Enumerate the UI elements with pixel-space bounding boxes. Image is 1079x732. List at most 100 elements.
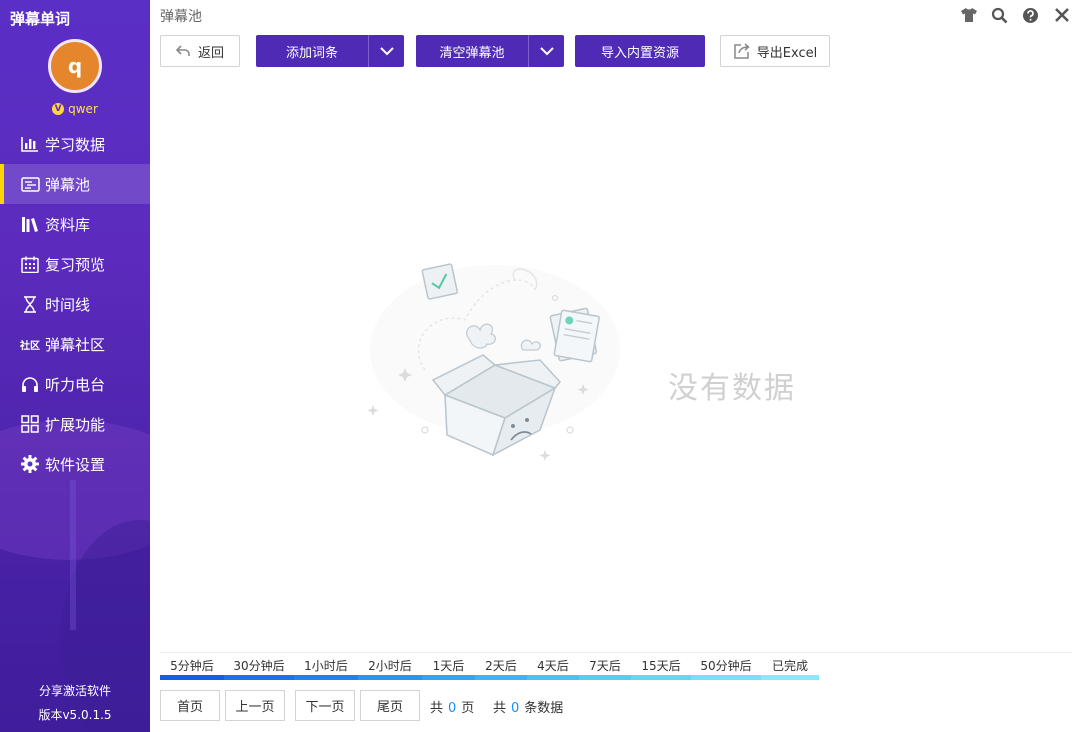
page-count-value: 0 bbox=[448, 701, 457, 716]
chevron-down-icon bbox=[379, 46, 394, 55]
clear-pool-dropdown[interactable] bbox=[528, 35, 564, 67]
legend-item: 4天后 bbox=[527, 658, 579, 680]
chevron-down-icon bbox=[539, 46, 554, 55]
hourglass-icon bbox=[20, 294, 40, 314]
grid-icon bbox=[20, 414, 40, 434]
legend-bar bbox=[294, 675, 358, 680]
legend-bar bbox=[631, 675, 691, 680]
legend-label: 2天后 bbox=[485, 659, 517, 673]
add-entry-label: 添加词条 bbox=[285, 45, 338, 61]
legend-label: 1小时后 bbox=[304, 659, 348, 673]
legend-item: 15天后 bbox=[631, 658, 691, 680]
back-button[interactable]: 返回 bbox=[160, 35, 240, 67]
clear-pool-button[interactable]: 清空弹幕池 bbox=[416, 35, 528, 67]
prev-page-button[interactable]: 上一页 bbox=[225, 690, 285, 721]
legend-bar bbox=[761, 675, 819, 680]
gear-icon bbox=[20, 454, 40, 474]
legend-bar bbox=[358, 675, 422, 680]
legend-item: 7天后 bbox=[579, 658, 631, 680]
legend-label: 2小时后 bbox=[368, 659, 412, 673]
sidebar: 弹幕单词 q V qwer 学习数据 弹幕池 资料库 复习预览 时间线 社区 弹… bbox=[0, 0, 150, 732]
legend-bar bbox=[160, 675, 224, 680]
record-count-value: 0 bbox=[511, 701, 520, 716]
legend-bar bbox=[422, 675, 475, 680]
sidebar-item-extensions[interactable]: 扩展功能 bbox=[0, 404, 150, 444]
import-builtin-button[interactable]: 导入内置资源 bbox=[575, 35, 705, 67]
legend-item: 已完成 bbox=[761, 658, 819, 680]
vip-badge-icon: V bbox=[52, 103, 65, 115]
page-title: 弹幕池 bbox=[160, 9, 202, 25]
legend-label: 15天后 bbox=[641, 659, 681, 673]
close-icon[interactable] bbox=[1050, 4, 1073, 26]
back-label: 返回 bbox=[197, 45, 224, 61]
sidebar-item-library[interactable]: 资料库 bbox=[0, 204, 150, 244]
sidebar-item-label: 时间线 bbox=[45, 295, 91, 314]
legend-bar bbox=[691, 675, 761, 680]
legend-item: 2天后 bbox=[475, 658, 527, 680]
avatar[interactable]: q bbox=[48, 39, 102, 93]
sidebar-item-review-preview[interactable]: 复习预览 bbox=[0, 244, 150, 284]
record-count-suffix: 条数据 bbox=[524, 701, 564, 716]
first-page-button[interactable]: 首页 bbox=[160, 690, 220, 721]
legend-item: 2小时后 bbox=[358, 658, 422, 680]
danmaku-icon bbox=[20, 174, 40, 194]
sidebar-item-danmaku-pool[interactable]: 弹幕池 bbox=[0, 164, 150, 204]
sidebar-item-community[interactable]: 社区 弹幕社区 bbox=[0, 324, 150, 364]
sidebar-nav: 学习数据 弹幕池 资料库 复习预览 时间线 社区 弹幕社区 听力电台 扩展功能 … bbox=[0, 124, 150, 484]
sidebar-item-label: 学习数据 bbox=[45, 135, 106, 154]
legend-bar bbox=[527, 675, 579, 680]
next-page-button[interactable]: 下一页 bbox=[295, 690, 355, 721]
record-count: 共 0 条数据 bbox=[493, 697, 563, 716]
sidebar-item-label: 弹幕社区 bbox=[45, 335, 106, 354]
legend-item: 1天后 bbox=[422, 658, 475, 680]
skin-shirt-icon[interactable] bbox=[957, 4, 980, 26]
legend-label: 1天后 bbox=[432, 659, 465, 673]
sidebar-item-settings[interactable]: 软件设置 bbox=[0, 444, 150, 484]
add-entry-button[interactable]: 添加词条 bbox=[256, 35, 368, 67]
sidebar-item-study-data[interactable]: 学习数据 bbox=[0, 124, 150, 164]
calendar-icon bbox=[20, 254, 40, 274]
legend-label: 5分钟后 bbox=[170, 659, 214, 673]
legend-bar bbox=[475, 675, 527, 680]
sidebar-item-radio[interactable]: 听力电台 bbox=[0, 364, 150, 404]
search-icon[interactable] bbox=[988, 4, 1011, 26]
sidebar-item-label: 软件设置 bbox=[45, 455, 106, 474]
legend-item: 1小时后 bbox=[294, 658, 358, 680]
page-count: 共0页 bbox=[430, 697, 474, 716]
help-icon[interactable] bbox=[1019, 4, 1042, 26]
legend-item: 50分钟后 bbox=[691, 658, 761, 680]
record-count-prefix: 共 bbox=[493, 701, 507, 716]
import-builtin-label: 导入内置资源 bbox=[600, 45, 679, 61]
sidebar-item-label: 听力电台 bbox=[45, 375, 106, 394]
page-count-suffix: 页 bbox=[461, 701, 475, 716]
clear-pool-label: 清空弹幕池 bbox=[439, 45, 505, 61]
books-icon bbox=[20, 214, 40, 234]
share-activate-link[interactable]: 分享激活软件 bbox=[0, 682, 150, 699]
window-controls bbox=[957, 4, 1073, 26]
bar-chart-icon bbox=[20, 134, 40, 154]
export-excel-label: 导出Excel bbox=[756, 45, 818, 61]
version-label: 版本v5.0.1.5 bbox=[38, 708, 112, 722]
user-name: qwer bbox=[68, 102, 98, 116]
empty-state-illustration bbox=[365, 250, 625, 474]
sidebar-decoration bbox=[70, 480, 76, 630]
legend-bar bbox=[579, 675, 631, 680]
export-icon bbox=[734, 43, 750, 59]
legend-item: 30分钟后 bbox=[224, 658, 294, 680]
legend-label: 4天后 bbox=[537, 659, 569, 673]
back-arrow-icon bbox=[175, 45, 190, 56]
legend-item: 5分钟后 bbox=[160, 658, 224, 680]
page-count-prefix: 共 bbox=[430, 701, 444, 716]
community-icon: 社区 bbox=[20, 340, 40, 352]
last-page-button[interactable]: 尾页 bbox=[360, 690, 420, 721]
headphones-icon bbox=[20, 374, 40, 394]
legend-label: 7天后 bbox=[589, 659, 621, 673]
sidebar-item-label: 复习预览 bbox=[45, 255, 106, 274]
legend-label: 50分钟后 bbox=[700, 659, 752, 673]
user-info[interactable]: V qwer bbox=[0, 102, 150, 116]
legend-label: 已完成 bbox=[771, 659, 808, 673]
sidebar-item-label: 弹幕池 bbox=[45, 175, 91, 194]
add-entry-dropdown[interactable] bbox=[368, 35, 404, 67]
sidebar-item-timeline[interactable]: 时间线 bbox=[0, 284, 150, 324]
export-excel-button[interactable]: 导出Excel bbox=[720, 35, 830, 67]
